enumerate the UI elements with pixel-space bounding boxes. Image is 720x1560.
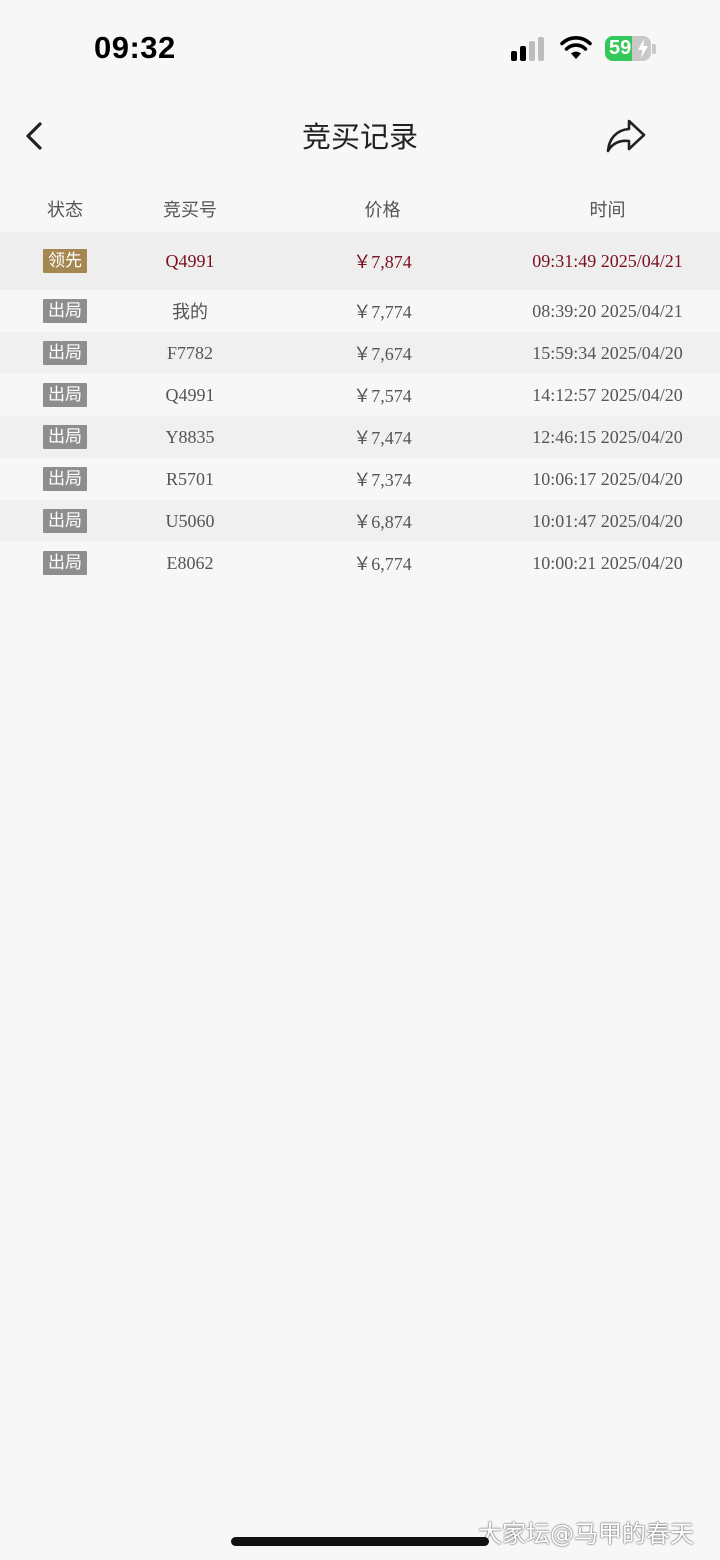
bid-price: ￥6,874	[353, 512, 412, 532]
bid-record-table: 状态 竞买号 价格 时间 领先 Q4991 ￥7,874 09:31:49 2025/…	[0, 172, 720, 584]
bidder-number: E8062	[166, 552, 214, 573]
table-row: 出局 E8062 ￥6,774 10:00:21 2025/04/20	[0, 542, 720, 584]
status-badge: 出局	[43, 551, 87, 575]
status-bar: 09:32 59	[0, 0, 720, 100]
share-arrow-icon[interactable]	[604, 116, 648, 156]
status-cell: 出局	[0, 416, 130, 458]
bidder-number: 我的	[172, 302, 208, 323]
bidder-number: U5060	[165, 510, 215, 531]
bid-price: ￥6,774	[353, 554, 412, 574]
table-row: 出局 我的 ￥7,774 08:39:20 2025/04/21	[0, 290, 720, 332]
table-row: 领先 Q4991 ￥7,874 09:31:49 2025/04/21	[0, 232, 720, 290]
status-badge: 出局	[43, 383, 87, 407]
bid-time: 12:46:15 2025/04/20	[532, 426, 683, 447]
header-time: 时间	[589, 200, 626, 221]
status-cell: 出局	[0, 332, 130, 374]
bid-price: ￥7,474	[353, 428, 412, 448]
bid-time: 09:31:49 2025/04/21	[532, 250, 683, 271]
status-badge: 领先	[43, 249, 87, 273]
status-badge: 出局	[43, 425, 87, 449]
table-row: 出局 U5060 ￥6,874 10:01:47 2025/04/20	[0, 500, 720, 542]
table-header: 状态 竞买号 价格 时间	[0, 172, 720, 232]
bidder-number: F7782	[166, 342, 213, 363]
battery-icon: 59	[605, 36, 651, 61]
status-time: 09:32	[94, 30, 176, 65]
bid-price: ￥7,874	[353, 252, 412, 272]
bid-time: 10:01:47 2025/04/20	[532, 510, 683, 531]
table-row: 出局 Q4991 ￥7,574 14:12:57 2025/04/20	[0, 374, 720, 416]
bid-price: ￥7,774	[353, 302, 412, 322]
bid-time: 14:12:57 2025/04/20	[532, 384, 683, 405]
bid-time: 15:59:34 2025/04/20	[532, 342, 683, 363]
status-cell: 出局	[0, 500, 130, 542]
bidder-number: Q4991	[165, 384, 215, 405]
status-cell: 领先	[0, 232, 130, 290]
bidder-number: Y8835	[165, 426, 215, 447]
charging-bolt-icon	[638, 39, 648, 58]
status-cell: 出局	[0, 374, 130, 416]
status-cell: 出局	[0, 542, 130, 584]
bid-price: ￥7,574	[353, 386, 412, 406]
header-bidder-number: 竞买号	[163, 200, 217, 221]
home-indicator	[231, 1537, 489, 1546]
bid-time: 08:39:20 2025/04/21	[532, 300, 683, 321]
status-cell: 出局	[0, 458, 130, 500]
table-row: 出局 R5701 ￥7,374 10:06:17 2025/04/20	[0, 458, 720, 500]
bid-price: ￥7,374	[353, 470, 412, 490]
nav-bar: 竞买记录	[0, 100, 720, 172]
bidder-number: R5701	[165, 468, 214, 489]
header-price: 价格	[364, 200, 401, 221]
cellular-signal-icon	[511, 37, 549, 61]
table-row: 出局 F7782 ￥7,674 15:59:34 2025/04/20	[0, 332, 720, 374]
bidder-number: Q4991	[165, 250, 215, 271]
watermark-text: 大家坛@马甲的春天	[478, 1520, 694, 1548]
status-badge: 出局	[43, 299, 87, 323]
header-status: 状态	[47, 200, 83, 221]
battery-level: 59	[609, 37, 632, 59]
status-badge: 出局	[43, 509, 87, 533]
table-row: 出局 Y8835 ￥7,474 12:46:15 2025/04/20	[0, 416, 720, 458]
bid-price: ￥7,674	[353, 344, 412, 364]
battery-cap	[652, 44, 656, 54]
bid-time: 10:06:17 2025/04/20	[532, 468, 683, 489]
wifi-icon	[560, 36, 592, 59]
status-cell: 出局	[0, 290, 130, 332]
status-badge: 出局	[43, 467, 87, 491]
status-badge: 出局	[43, 341, 87, 365]
bid-time: 10:00:21 2025/04/20	[532, 552, 683, 573]
